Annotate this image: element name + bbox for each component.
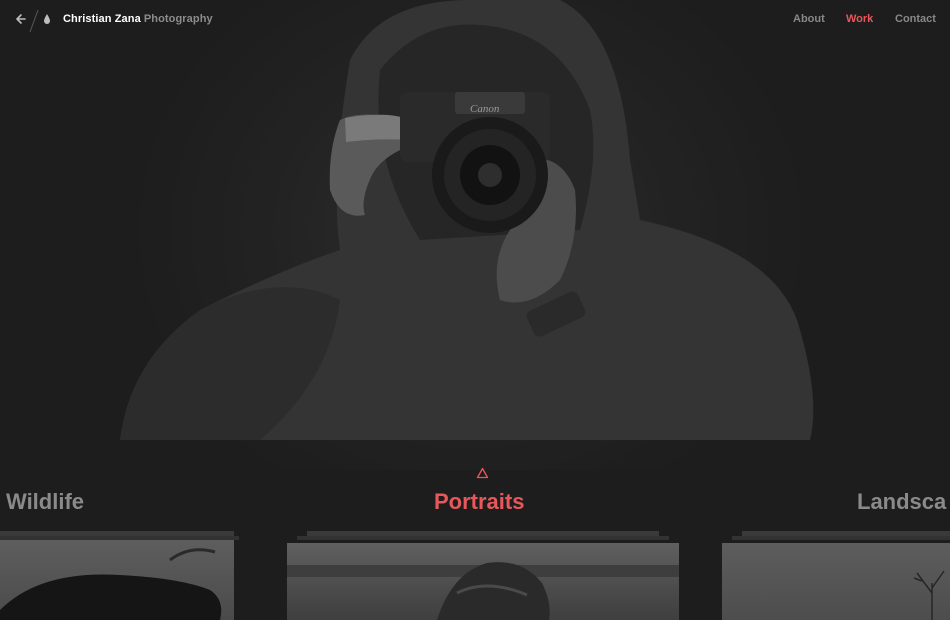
card-stack-edge — [732, 536, 950, 540]
nav-work[interactable]: Work — [846, 13, 873, 25]
card-photo — [287, 543, 679, 620]
camera-brand-text: Canon — [470, 103, 500, 115]
category-card-wildlife[interactable] — [0, 531, 244, 620]
nav-about[interactable]: About — [793, 13, 825, 25]
category-card-landscape[interactable] — [722, 531, 950, 620]
brand-name: Christian Zana — [63, 13, 141, 25]
card-photo — [722, 543, 950, 620]
hero-image: Canon — [0, 0, 950, 470]
landscape-photo — [913, 570, 945, 620]
wildlife-photo — [0, 548, 222, 620]
arrow-left-icon[interactable] — [13, 12, 27, 26]
drop-icon — [44, 14, 50, 24]
brand-subtitle: Photography — [143, 13, 213, 25]
triangle-up-icon — [476, 467, 489, 479]
category-card-portraits[interactable] — [287, 531, 679, 620]
portrait-photo — [287, 562, 679, 620]
divider-slash — [29, 9, 39, 33]
card-stack-edge — [297, 536, 669, 540]
nav-contact[interactable]: Contact — [895, 13, 936, 25]
category-portraits[interactable]: Portraits — [434, 489, 524, 515]
photographer-illustration: Canon — [120, 0, 814, 440]
card-photo — [0, 540, 234, 620]
category-wildlife[interactable]: Wildlife — [6, 489, 84, 515]
category-landscape[interactable]: Landsca — [857, 489, 946, 515]
brand[interactable]: Christian Zana Photography — [63, 13, 213, 25]
top-bar: Christian Zana Photography About Work Con… — [0, 0, 950, 40]
